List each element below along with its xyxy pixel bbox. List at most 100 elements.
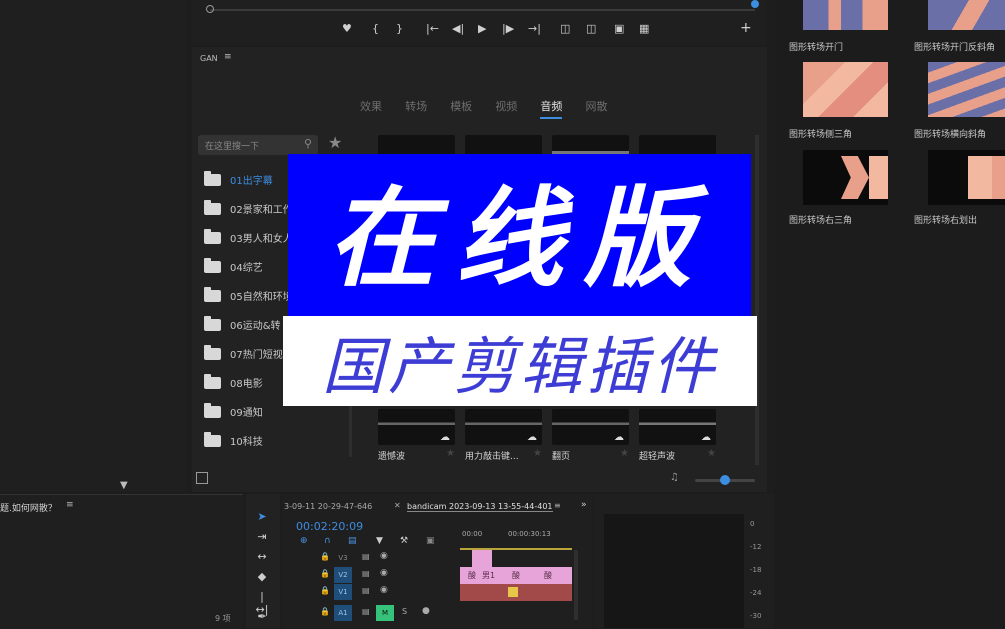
cloud-download-icon[interactable]: ☁ (701, 432, 711, 443)
tab-effects[interactable]: 效果 (360, 98, 382, 114)
scrub-bar[interactable] (210, 9, 755, 11)
favorite-star-icon[interactable]: ★ (707, 448, 716, 459)
video-clip[interactable]: 酸 男1 酸 酸 (460, 567, 572, 584)
close-icon[interactable]: ✕ (394, 501, 401, 510)
tab-web[interactable]: 网散 (585, 98, 607, 114)
transition-thumb-3[interactable] (803, 62, 888, 117)
track-label[interactable]: V2 (334, 567, 352, 583)
mark-in-icon[interactable]: { (372, 22, 379, 35)
eye-icon[interactable]: ◉ (380, 585, 388, 595)
linked-selection-icon[interactable]: ∩ (324, 536, 331, 546)
folder-icon (204, 402, 221, 418)
tab-transitions[interactable]: 转场 (405, 98, 427, 114)
track-select-icon[interactable]: ⇥ (254, 530, 270, 544)
ruler-label: 00:00 (462, 530, 483, 538)
source-patch[interactable]: V1 (334, 584, 352, 600)
solo-button[interactable]: S (402, 607, 407, 616)
razor-tool-icon[interactable]: ◆ (254, 570, 270, 584)
ripple-edit-icon[interactable]: ↔ (254, 550, 270, 564)
slip-tool-icon[interactable]: |↔| (254, 590, 270, 616)
folder-item[interactable]: 10科技 (198, 426, 348, 455)
volume-slider-knob[interactable] (720, 475, 730, 485)
go-to-in-icon[interactable]: |← (426, 22, 439, 35)
timeline-tab-inactive[interactable]: 3-09-11 20-29-47-646 (284, 502, 372, 511)
audio-thumb[interactable]: ☁ (465, 409, 542, 445)
mark-out-icon[interactable]: } (396, 22, 403, 35)
video-clip[interactable] (472, 550, 492, 567)
lock-icon[interactable]: 🔒 (320, 586, 330, 595)
project-menu-icon[interactable]: ≡ (66, 500, 74, 510)
mic-icon[interactable]: ● (422, 606, 430, 616)
transition-thumb-2[interactable] (928, 0, 1005, 30)
panel-overflow-icon[interactable]: » (581, 500, 587, 510)
folder-icon (204, 228, 221, 244)
sync-icon[interactable]: ▤ (362, 569, 370, 578)
cloud-download-icon[interactable]: ☁ (527, 432, 537, 443)
favorite-star-icon[interactable]: ★ (446, 448, 455, 459)
transition-thumb-4[interactable] (928, 62, 1005, 117)
cloud-download-icon[interactable]: ☁ (614, 432, 624, 443)
cloud-download-icon[interactable]: ☁ (440, 432, 450, 443)
wrench-icon[interactable]: ⚒ (400, 536, 408, 546)
lock-icon[interactable]: 🔒 (320, 552, 330, 561)
timeline-menu-icon[interactable]: ≡ (554, 501, 561, 510)
video-clip[interactable] (460, 584, 572, 601)
sync-icon[interactable]: ▤ (362, 607, 370, 616)
meter-tick: -24 (750, 589, 762, 597)
sync-icon[interactable]: ▤ (362, 552, 370, 561)
eye-icon[interactable]: ◉ (380, 551, 388, 561)
tab-templates[interactable]: 模板 (450, 98, 472, 114)
timecode[interactable]: 00:02:20:09 (296, 520, 363, 533)
transition-thumb-1[interactable] (803, 0, 888, 30)
filter-icon[interactable]: ▼ (120, 480, 128, 491)
playhead[interactable] (751, 0, 759, 8)
lift-icon[interactable]: ◫ (560, 22, 570, 35)
tab-video[interactable]: 视频 (495, 98, 517, 114)
lock-icon[interactable]: 🔒 (320, 569, 330, 578)
timeline-tab-active[interactable]: bandicam 2023-09-13 13-55-44-401 (407, 502, 553, 512)
expand-icon[interactable] (196, 472, 208, 484)
snap-icon[interactable]: ⊕ (300, 536, 308, 546)
add-button-icon[interactable]: + (740, 20, 752, 36)
eye-icon[interactable]: ◉ (380, 568, 388, 578)
grid-scrollbar[interactable] (755, 135, 759, 465)
tab-audio[interactable]: 音频 (540, 98, 563, 119)
marker-icon[interactable]: ▼ (376, 536, 383, 546)
sync-icon[interactable]: ▤ (362, 586, 370, 595)
go-to-out-icon[interactable]: →| (528, 22, 541, 35)
lock-icon[interactable]: 🔒 (320, 607, 330, 616)
search-box[interactable]: 在这里搜一下 ⚲ (198, 135, 318, 155)
extract-icon[interactable]: ◫ (586, 22, 596, 35)
nest-icon[interactable]: ▤ (348, 536, 357, 546)
playhead-start[interactable] (206, 5, 214, 13)
favorites-star-icon[interactable]: ★ (328, 133, 342, 152)
clip-label: 酸 (544, 571, 552, 580)
selection-tool-icon[interactable]: ➤ (254, 510, 270, 524)
overlay-headline-box: 在线版 (288, 154, 751, 325)
captions-icon[interactable]: ▣ (426, 536, 435, 546)
play-icon[interactable]: ▶ (478, 22, 486, 35)
track-a1: 🔒 A1 ▤ M S ● (282, 604, 457, 622)
project-panel: 题.如何网散？ ≡ 9 项 (0, 494, 243, 629)
audio-thumb[interactable]: ☁ (552, 409, 629, 445)
track-label[interactable]: V3 (334, 550, 352, 566)
mute-button[interactable]: M (376, 605, 394, 621)
pen-tool-icon[interactable]: ✒ (254, 610, 270, 624)
audio-thumb[interactable]: ☁ (378, 409, 455, 445)
search-icon[interactable]: ⚲ (304, 137, 312, 150)
audio-thumb[interactable]: ☁ (639, 409, 716, 445)
transition-thumb-5[interactable] (803, 150, 888, 205)
track-label[interactable]: A1 (334, 605, 352, 621)
add-marker-icon[interactable]: ♥ (342, 22, 352, 35)
transition-label: 图形转场右三角 (789, 216, 853, 226)
step-forward-icon[interactable]: |▶ (502, 22, 514, 35)
favorite-star-icon[interactable]: ★ (620, 448, 629, 459)
step-back-icon[interactable]: ◀| (452, 22, 464, 35)
transition-thumb-6[interactable] (928, 150, 1005, 205)
panel-menu-icon[interactable]: ≡ (224, 52, 232, 62)
timeline-scrollbar[interactable] (574, 550, 578, 620)
volume-icon[interactable]: ♫ (670, 472, 679, 483)
export-frame-icon[interactable]: ▣ (614, 22, 624, 35)
compare-icon[interactable]: ▦ (639, 22, 649, 35)
favorite-star-icon[interactable]: ★ (533, 448, 542, 459)
